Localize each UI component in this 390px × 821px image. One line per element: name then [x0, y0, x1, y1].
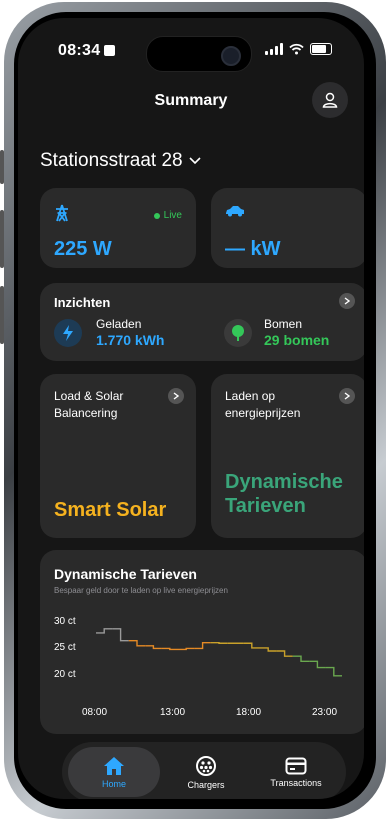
- smart-solar-title: Smart Solar: [54, 499, 167, 521]
- camera-icon: [221, 46, 241, 66]
- tariff-line-segment: [210, 642, 228, 644]
- wifi-icon: [289, 43, 304, 55]
- tariff-line-segment: [292, 655, 310, 663]
- live-indicator: Live: [153, 210, 182, 221]
- tariff-line-segment: [260, 647, 277, 652]
- tab-chargers[interactable]: Chargers: [164, 742, 248, 799]
- charged-label: Geladen: [96, 317, 142, 331]
- location-name: Stationsstraat 28: [40, 150, 183, 171]
- car-power-value: — kW: [225, 238, 281, 260]
- tree-icon: [224, 319, 252, 347]
- app-screen: 08:34 Summary Stationsstraat 28 Live 225…: [18, 18, 364, 799]
- status-time: 08:34: [58, 42, 116, 60]
- grid-power-card[interactable]: Live 225 W: [40, 188, 196, 268]
- dynamic-island: [146, 36, 252, 72]
- tariff-line-segment: [96, 628, 113, 634]
- chevron-down-icon: [189, 157, 201, 165]
- tariff-line-segment: [161, 647, 178, 651]
- lightning-icon: [54, 319, 82, 347]
- tariff-line-segment: [145, 645, 162, 650]
- tab-chargers-label: Chargers: [187, 779, 225, 790]
- tab-transactions[interactable]: Transactions: [250, 742, 342, 799]
- tariff-line-segment: [243, 642, 260, 649]
- insights-card[interactable]: Inzichten Geladen 1.770 kWh Bomen 29 bom…: [40, 283, 364, 361]
- tariff-line-segment: [128, 639, 146, 647]
- profile-button[interactable]: [312, 82, 348, 118]
- power-pylon-icon: [56, 204, 68, 222]
- mute-switch: [0, 150, 4, 184]
- person-icon: [322, 92, 338, 108]
- tab-home[interactable]: Home: [68, 747, 160, 797]
- dynamic-tariffs-label: Laden op energieprijzen: [225, 389, 301, 420]
- chevron-right-icon[interactable]: [168, 388, 184, 404]
- insights-title: Inzichten: [54, 295, 111, 310]
- chevron-right-icon[interactable]: [339, 388, 355, 404]
- tab-home-label: Home: [101, 778, 126, 789]
- tariff-line-segment: [178, 647, 195, 651]
- home-icon: [104, 756, 124, 775]
- car-power-card[interactable]: — kW: [211, 188, 364, 268]
- trees-value: 29 bomen: [264, 332, 330, 348]
- charger-connector-icon: [196, 755, 216, 776]
- smart-solar-card[interactable]: Load & Solar Balancering Smart Solar: [40, 374, 196, 538]
- dynamic-tariffs-card[interactable]: Laden op energieprijzen Dynamische Tarie…: [211, 374, 364, 538]
- smart-solar-label: Load & Solar Balancering: [54, 389, 124, 420]
- tariffs-chart-card[interactable]: Dynamische Tarieven Bespaar geld door te…: [40, 550, 364, 734]
- car-icon: [226, 206, 244, 217]
- dynamic-tariffs-title: Dynamische Tarieven: [225, 471, 343, 517]
- trees-label: Bomen: [264, 317, 303, 331]
- screen-record-icon: [104, 45, 116, 56]
- system-icons: [265, 43, 332, 55]
- live-dot-icon: [153, 212, 160, 219]
- tariff-line-segment: [309, 660, 326, 669]
- tariff-line-segment: [194, 642, 211, 650]
- tariff-line-segment: [276, 650, 293, 657]
- tab-bar: Home Chargers Transactions: [62, 742, 346, 799]
- chevron-right-icon[interactable]: [339, 293, 355, 309]
- signal-icon: [265, 43, 283, 55]
- card-icon: [285, 757, 307, 774]
- charged-value: 1.770 kWh: [96, 332, 165, 348]
- status-bar: 08:34: [18, 36, 364, 72]
- location-selector[interactable]: Stationsstraat 28: [40, 150, 201, 172]
- tariff-line-chart: [96, 628, 342, 677]
- grid-power-value: 225 W: [54, 238, 112, 260]
- tariff-line-segment: [112, 628, 129, 642]
- volume-up-button: [0, 210, 4, 268]
- battery-icon: [310, 43, 332, 55]
- volume-down-button: [0, 286, 4, 344]
- tariff-line-segment: [325, 666, 342, 677]
- tab-transactions-label: Transactions: [270, 777, 322, 788]
